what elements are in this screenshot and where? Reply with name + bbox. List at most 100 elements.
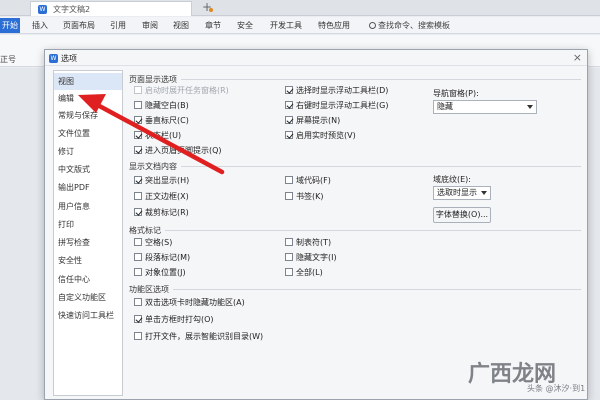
section-title-page-display: 页面显示选项 xyxy=(129,75,177,84)
checkbox-header-footer-hint[interactable]: 进入页眉页脚提示(Q) xyxy=(134,146,222,155)
checkbox-float-toolbar-on-select[interactable]: 选择时显示浮动工具栏(D) xyxy=(285,86,388,95)
nav-pane-select[interactable]: 隐藏 xyxy=(433,100,537,114)
checkbox-crop-marks[interactable]: 裁剪标记(R) xyxy=(134,208,189,217)
checkbox-screen-tips[interactable]: 屏幕提示(N) xyxy=(285,116,340,125)
checkbox-label: 域代码(F) xyxy=(296,176,331,185)
checkbox-box xyxy=(134,101,142,109)
document-tab[interactable]: W 文字文稿2 xyxy=(30,1,213,16)
menu-review[interactable]: 审阅 xyxy=(142,20,158,31)
command-search-label: 查找命令、搜索模板 xyxy=(378,21,450,30)
search-icon xyxy=(369,22,376,29)
font-replace-button[interactable]: 字体替换(O)... xyxy=(433,207,491,223)
nav-item-file-location[interactable]: 文件位置 xyxy=(54,125,122,142)
checkbox-highlight[interactable]: 突出显示(H) xyxy=(134,176,189,185)
checkbox-field-codes[interactable]: 域代码(F) xyxy=(285,176,331,185)
checkbox-box xyxy=(134,315,142,323)
menu-start[interactable]: 开始 xyxy=(0,18,20,33)
nav-item-export-pdf[interactable]: 输出PDF xyxy=(54,179,122,196)
checkbox-box xyxy=(134,146,142,154)
checkbox-tab-characters[interactable]: 制表符(T) xyxy=(285,238,331,247)
nav-item-quick-access-toolbar[interactable]: 快速访问工具栏 xyxy=(54,307,122,324)
checkbox-label: 打开文件，展示智能识别目录(W) xyxy=(145,332,264,341)
menu-developer[interactable]: 开发工具 xyxy=(270,20,302,31)
checkbox-label: 全部(L) xyxy=(296,268,323,277)
checkbox-label: 右键时显示浮动工具栏(G) xyxy=(296,101,389,110)
section-divider xyxy=(173,289,581,290)
menu-special-apps[interactable]: 特色应用 xyxy=(318,20,350,31)
nav-pane-label: 导航窗格(P): xyxy=(433,89,479,98)
menu-insert[interactable]: 插入 xyxy=(32,20,48,31)
checkbox-status-bar[interactable]: 状态栏(U) xyxy=(134,131,181,140)
nav-item-customize-ribbon[interactable]: 自定义功能区 xyxy=(54,289,122,306)
nav-pane-value: 隐藏 xyxy=(437,102,453,111)
checkbox-label: 隐藏文字(I) xyxy=(296,253,337,262)
checkbox-show-all[interactable]: 全部(L) xyxy=(285,268,323,277)
checkbox-click-box-to-check[interactable]: 单击方框时打勾(O) xyxy=(134,315,214,324)
dialog-title: 选项 xyxy=(61,54,77,63)
checkbox-box xyxy=(285,116,293,124)
checkbox-paragraph-marks[interactable]: 段落标记(M) xyxy=(134,253,190,262)
checkbox-float-toolbar-on-right-click[interactable]: 右键时显示浮动工具栏(G) xyxy=(285,101,388,110)
nav-item-trust-center[interactable]: 信任中心 xyxy=(54,271,122,288)
checkbox-label: 状态栏(U) xyxy=(145,131,182,140)
chevron-down-icon xyxy=(527,105,533,109)
dialog-title-bar: W 选项 × xyxy=(45,50,587,66)
nav-item-view[interactable]: 视图 xyxy=(54,73,122,90)
nav-item-security[interactable]: 安全性 xyxy=(54,252,122,269)
checkbox-label: 屏幕提示(N) xyxy=(296,116,341,125)
checkbox-hidden-text[interactable]: 隐藏文字(I) xyxy=(285,253,337,262)
checkbox-spaces[interactable]: 空格(S) xyxy=(134,238,172,247)
nav-item-spell-check[interactable]: 拼写检查 xyxy=(54,234,122,251)
checkbox-vertical-ruler[interactable]: 垂直标尺(C) xyxy=(134,116,189,125)
checkbox-hide-ribbon-on-dblclick[interactable]: 双击选项卡时隐藏功能区(A) xyxy=(134,298,245,307)
checkbox-box xyxy=(134,176,142,184)
menu-page-layout[interactable]: 页面布局 xyxy=(63,20,95,31)
checkbox-box xyxy=(285,253,293,261)
checkbox-label: 双击选项卡时隐藏功能区(A) xyxy=(145,298,245,307)
nav-item-chinese-layout[interactable]: 中文版式 xyxy=(54,161,122,178)
checkbox-expand-task-pane: 启动时展开任务窗格(R) xyxy=(134,86,229,95)
nav-item-general-save[interactable]: 常规与保存 xyxy=(54,107,122,124)
checkbox-box xyxy=(134,298,142,306)
menu-view[interactable]: 视图 xyxy=(173,20,189,31)
menu-references[interactable]: 引用 xyxy=(110,20,126,31)
checkbox-label: 裁剪标记(R) xyxy=(145,208,189,217)
field-shading-label: 域底纹(E): xyxy=(433,175,471,184)
checkbox-label: 启动时展开任务窗格(R) xyxy=(145,86,229,95)
checkbox-bookmarks[interactable]: 书签(K) xyxy=(285,192,324,201)
checkbox-box xyxy=(134,131,142,139)
nav-item-edit[interactable]: 编辑 xyxy=(54,90,122,107)
section-divider xyxy=(165,230,581,231)
menu-security[interactable]: 安全 xyxy=(237,20,253,31)
checkbox-smart-toc-on-open[interactable]: 打开文件，展示智能识别目录(W) xyxy=(134,332,263,341)
field-shading-select[interactable]: 选取时显示 xyxy=(433,186,491,200)
checkbox-hide-blank[interactable]: 隐藏空白(B) xyxy=(134,101,189,110)
checkbox-label: 制表符(T) xyxy=(296,238,332,247)
new-tab-button[interactable]: + xyxy=(200,0,214,15)
checkbox-box xyxy=(134,268,142,276)
checkbox-label: 正文边框(X) xyxy=(145,192,189,201)
checkbox-box xyxy=(285,101,293,109)
nav-item-user-info[interactable]: 用户信息 xyxy=(54,198,122,215)
checkbox-object-anchors[interactable]: 对象位置(J) xyxy=(134,268,186,277)
checkbox-label: 书签(K) xyxy=(296,192,324,201)
nav-item-revision[interactable]: 修订 xyxy=(54,143,122,160)
checkbox-box xyxy=(285,192,293,200)
checkbox-label: 段落标记(M) xyxy=(145,253,191,262)
style-box-label[interactable]: 正号 xyxy=(0,54,16,65)
checkbox-live-preview[interactable]: 启用实时预览(V) xyxy=(285,131,356,140)
close-icon[interactable]: × xyxy=(573,51,582,64)
checkbox-box xyxy=(285,238,293,246)
watermark-author: 头条 @沐汐·到1 xyxy=(527,384,586,393)
checkbox-label: 选择时显示浮动工具栏(D) xyxy=(296,86,389,95)
menu-section[interactable]: 章节 xyxy=(205,20,221,31)
checkbox-box xyxy=(285,86,293,94)
checkbox-box xyxy=(134,86,142,94)
nav-item-print[interactable]: 打印 xyxy=(54,216,122,233)
field-shading-value: 选取时显示 xyxy=(437,188,477,197)
checkbox-text-boundaries[interactable]: 正文边框(X) xyxy=(134,192,189,201)
command-search[interactable]: 查找命令、搜索模板 xyxy=(369,20,450,31)
checkbox-label: 单击方框时打勾(O) xyxy=(145,315,214,324)
checkbox-label: 启用实时预览(V) xyxy=(296,131,356,140)
chevron-down-icon xyxy=(481,191,487,195)
